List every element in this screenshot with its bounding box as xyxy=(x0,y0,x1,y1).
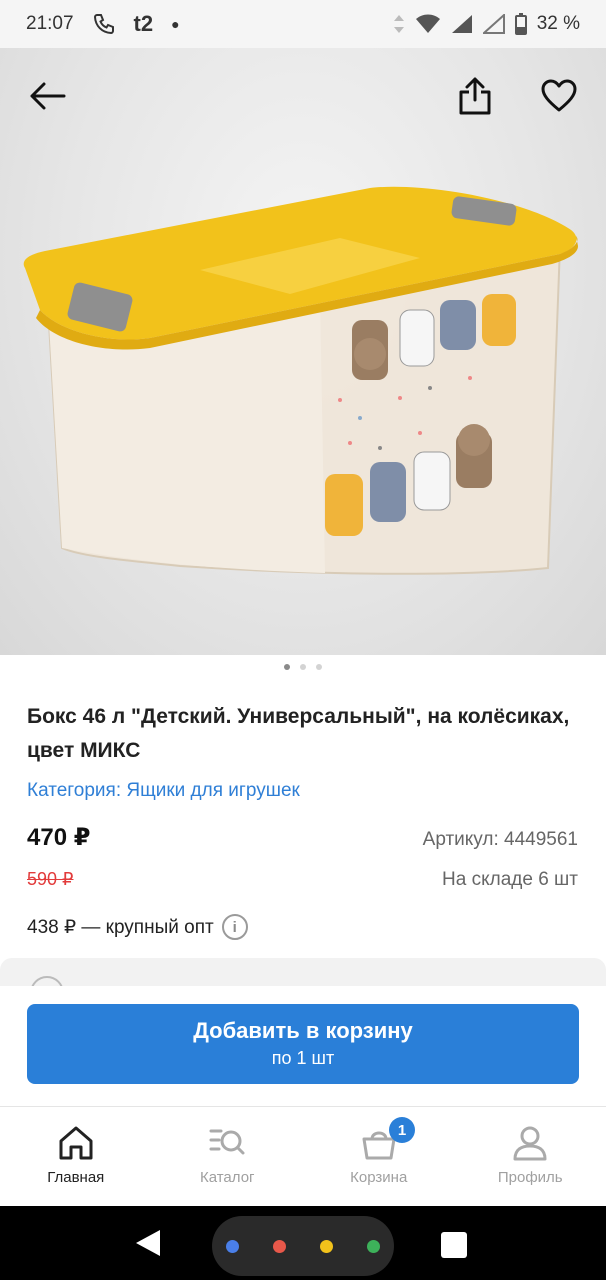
system-back-button[interactable] xyxy=(134,1228,162,1263)
home-icon xyxy=(59,1126,93,1160)
add-to-cart-quantity: по 1 шт xyxy=(271,1048,335,1068)
notification-dot-icon: ● xyxy=(171,16,180,32)
battery-percent: 32 % xyxy=(536,13,580,34)
data-arrows-icon xyxy=(393,14,405,34)
add-to-cart-label: Добавить в корзину xyxy=(193,1018,413,1043)
status-time: 21:07 xyxy=(26,13,74,34)
system-navigation-bar xyxy=(0,1206,606,1280)
category-label: Категория: xyxy=(27,780,122,801)
bottom-tab-bar: Главная Каталог 1 Корзина Профиль xyxy=(0,1106,606,1206)
stock-status: На складе 6 шт xyxy=(442,869,578,890)
next-section-card xyxy=(0,958,606,988)
back-button[interactable] xyxy=(24,73,70,119)
wholesale-price-row: 438 ₽ — крупный опт i xyxy=(27,914,248,940)
category-value: Ящики для игрушек xyxy=(126,780,300,801)
wifi-call-icon xyxy=(92,12,116,36)
info-icon[interactable]: i xyxy=(221,914,248,940)
favorite-button[interactable] xyxy=(536,73,582,119)
assistant-dot-yellow-icon xyxy=(320,1239,333,1253)
current-price: 470 ₽ xyxy=(27,824,91,851)
tab-home-label: Главная xyxy=(47,1169,105,1186)
tab-catalog-label: Каталог xyxy=(199,1169,255,1186)
system-recents-button[interactable] xyxy=(441,1232,467,1258)
wholesale-price: 438 ₽ — крупный опт xyxy=(27,916,214,938)
user-icon xyxy=(513,1126,547,1161)
product-title: Бокс 46 л "Детский. Универсальный", на к… xyxy=(27,705,570,762)
system-home-button[interactable] xyxy=(212,1216,394,1276)
assistant-dot-red-icon xyxy=(273,1239,286,1253)
share-button[interactable] xyxy=(452,73,498,119)
triangle-back-icon xyxy=(136,1230,160,1256)
category-link[interactable]: Категория: Ящики для игрушек xyxy=(27,780,300,802)
share-icon xyxy=(459,77,491,115)
add-to-cart-button[interactable]: Добавить в корзину по 1 шт xyxy=(27,1004,579,1084)
pagination-dot[interactable] xyxy=(300,664,306,670)
arrow-left-icon xyxy=(30,82,66,110)
tab-profile[interactable]: Профиль xyxy=(455,1107,606,1206)
cart-badge: 1 xyxy=(389,1117,415,1143)
battery-icon xyxy=(514,13,527,35)
carrier-label: t2 xyxy=(133,11,154,36)
old-price: 590 ₽ xyxy=(27,869,74,889)
image-toolbar xyxy=(0,48,606,144)
pagination-dot-active[interactable] xyxy=(284,664,290,670)
tab-cart-label: Корзина xyxy=(350,1169,408,1186)
tab-catalog[interactable]: Каталог xyxy=(152,1107,304,1206)
signal-2-icon xyxy=(482,14,505,34)
tab-profile-label: Профиль xyxy=(497,1169,563,1186)
product-image-gallery[interactable] xyxy=(0,48,606,655)
image-pagination xyxy=(0,664,606,670)
catalog-search-icon xyxy=(209,1129,245,1155)
tab-cart[interactable]: 1 Корзина xyxy=(303,1107,455,1206)
pagination-dot[interactable] xyxy=(316,664,322,670)
status-bar: 21:07 t2 ● 32 % xyxy=(0,0,606,48)
signal-icon xyxy=(451,14,473,34)
assistant-dot-green-icon xyxy=(367,1239,380,1253)
tab-home[interactable]: Главная xyxy=(0,1107,152,1206)
wifi-icon xyxy=(415,14,441,34)
assistant-dot-blue-icon xyxy=(226,1239,239,1253)
heart-icon xyxy=(541,79,577,112)
article-number: Артикул: 4449561 xyxy=(422,829,578,850)
